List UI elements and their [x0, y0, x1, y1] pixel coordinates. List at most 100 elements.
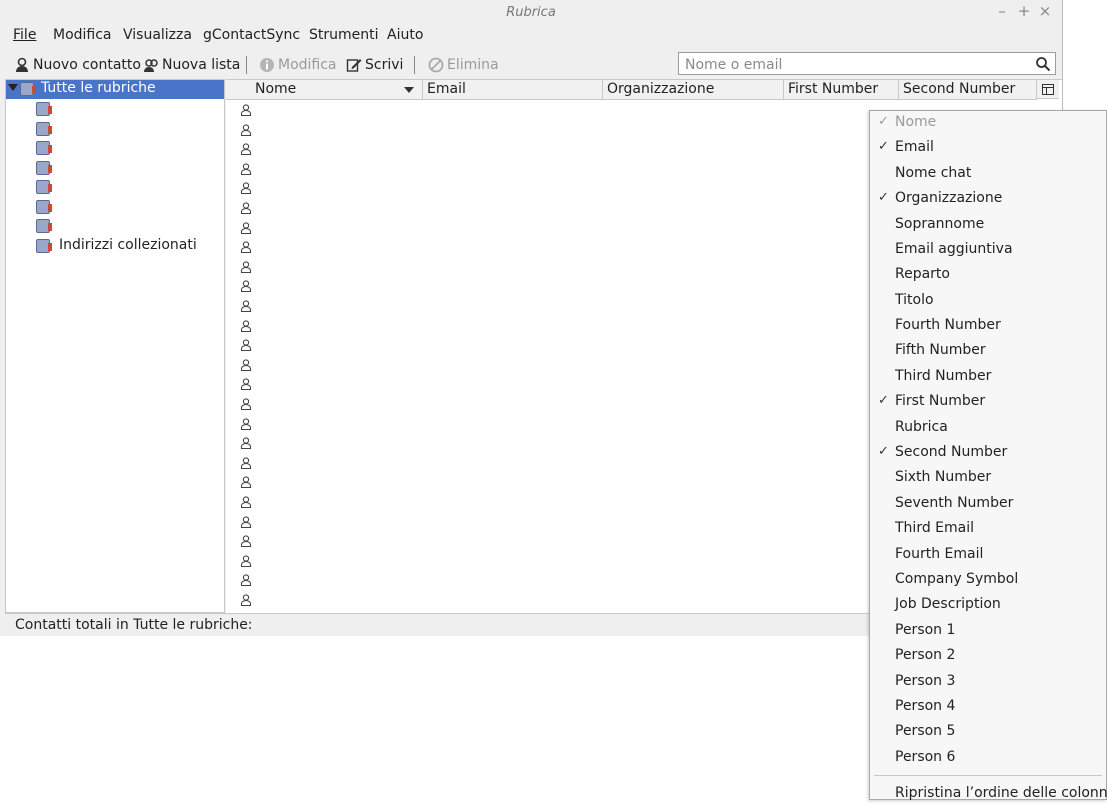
menu-item-label: Person 6: [895, 749, 956, 765]
close-button[interactable]: ×: [1036, 2, 1054, 20]
contact-row[interactable]: [240, 476, 254, 490]
menu-visualizza[interactable]: Visualizza: [123, 27, 192, 43]
contact-row[interactable]: [240, 339, 254, 353]
tree-item[interactable]: [6, 217, 224, 236]
menu-item-col-soprannome[interactable]: Soprannome: [870, 213, 1106, 238]
menu-item-col-third-email[interactable]: Third Email: [870, 517, 1106, 542]
contact-row[interactable]: [240, 535, 254, 549]
column-picker-icon: [1042, 84, 1054, 95]
column-picker-button[interactable]: [1037, 80, 1059, 99]
menu-item-label: Person 4: [895, 698, 956, 714]
checkmark-icon: ✓: [878, 114, 889, 129]
contact-row[interactable]: [240, 143, 254, 157]
contact-row[interactable]: [240, 123, 254, 138]
tree-item-collected-addresses[interactable]: Indirizzi collezionati: [6, 237, 224, 256]
address-book-icon: [36, 141, 52, 155]
menu-modifica[interactable]: Modifica: [53, 27, 112, 43]
tree-item[interactable]: [6, 159, 224, 178]
contact-row[interactable]: [240, 359, 254, 373]
menu-item-col-rubrica[interactable]: Rubrica: [870, 416, 1106, 441]
minimize-button[interactable]: –: [993, 2, 1011, 20]
menu-item-col-titolo[interactable]: Titolo: [870, 289, 1106, 314]
menu-item-col-person-1[interactable]: Person 1: [870, 619, 1106, 644]
column-header-name[interactable]: Nome: [226, 80, 423, 100]
column-picker-menu: ✓ Nome ✓ Email Nome chat ✓ Organizzazion…: [869, 110, 1107, 801]
delete-button[interactable]: Elimina: [428, 55, 499, 75]
new-list-icon: [143, 57, 159, 73]
menu-item-col-reparto[interactable]: Reparto: [870, 263, 1106, 288]
contact-row[interactable]: [240, 496, 254, 510]
edit-button[interactable]: Modifica: [259, 55, 337, 75]
search-icon[interactable]: [1035, 56, 1051, 72]
tree-root-all-books[interactable]: Tutte le rubriche: [6, 80, 224, 99]
maximize-button[interactable]: +: [1015, 2, 1033, 20]
contact-row[interactable]: [240, 319, 254, 334]
menu-file[interactable]: File: [13, 27, 36, 43]
search-input[interactable]: [683, 54, 1027, 75]
contact-row[interactable]: [240, 163, 254, 177]
contact-row[interactable]: [240, 398, 254, 412]
menu-item-label: Reparto: [895, 266, 950, 282]
contact-row[interactable]: [240, 417, 254, 432]
write-button[interactable]: Scrivi: [346, 55, 403, 75]
menu-item-col-person-6[interactable]: Person 6: [870, 746, 1106, 771]
menu-item-col-third-number[interactable]: Third Number: [870, 365, 1106, 390]
menu-item-col-person-3[interactable]: Person 3: [870, 670, 1106, 695]
contact-row[interactable]: [240, 437, 254, 451]
tree-item[interactable]: [6, 100, 224, 119]
menu-item-col-email[interactable]: ✓ Email: [870, 136, 1106, 161]
menu-item-col-fifth-number[interactable]: Fifth Number: [870, 339, 1106, 364]
menu-gcontactsync[interactable]: gContactSync: [203, 27, 300, 43]
contact-row[interactable]: [240, 457, 254, 471]
menu-item-col-second-number[interactable]: ✓ Second Number: [870, 441, 1106, 466]
menu-item-col-person-2[interactable]: Person 2: [870, 644, 1106, 669]
column-header-organization[interactable]: Organizzazione: [603, 80, 784, 100]
contact-row[interactable]: [240, 378, 254, 392]
menu-item-col-fourth-number[interactable]: Fourth Number: [870, 314, 1106, 339]
new-contact-button[interactable]: Nuovo contatto: [14, 55, 141, 75]
menu-item-col-email-aggiuntiva[interactable]: Email aggiuntiva: [870, 238, 1106, 263]
menu-item-col-nome-chat[interactable]: Nome chat: [870, 162, 1106, 187]
new-list-button[interactable]: Nuova lista: [143, 55, 240, 75]
menu-item-col-organizzazione[interactable]: ✓ Organizzazione: [870, 187, 1106, 212]
contact-row[interactable]: [240, 182, 254, 196]
menu-item-col-first-number[interactable]: ✓ First Number: [870, 390, 1106, 415]
person-icon: [240, 123, 252, 136]
contact-row[interactable]: [240, 594, 254, 608]
contact-row[interactable]: [240, 261, 254, 275]
menu-item-col-fourth-email[interactable]: Fourth Email: [870, 543, 1106, 568]
menu-item-col-sixth-number[interactable]: Sixth Number: [870, 466, 1106, 491]
tree-item[interactable]: [6, 198, 224, 217]
address-book-icon: [36, 219, 52, 233]
tree-item[interactable]: [6, 139, 224, 158]
menu-aiuto[interactable]: Aiuto: [387, 27, 423, 43]
contact-row[interactable]: [240, 300, 254, 314]
menu-item-col-job-description[interactable]: Job Description: [870, 593, 1106, 618]
menu-item-col-person-4[interactable]: Person 4: [870, 695, 1106, 720]
menu-item-restore-column-order[interactable]: Ripristina l’ordine delle colonne: [870, 782, 1107, 807]
address-book-icon: [36, 180, 52, 194]
menu-item-col-nome[interactable]: ✓ Nome: [870, 111, 1106, 136]
contact-row[interactable]: [240, 104, 254, 118]
menu-item-label: Company Symbol: [895, 571, 1019, 587]
person-icon: [240, 300, 252, 313]
contact-row[interactable]: [240, 555, 254, 569]
column-header-email[interactable]: Email: [423, 80, 603, 100]
menu-item-col-seventh-number[interactable]: Seventh Number: [870, 492, 1106, 517]
menu-item-col-company-symbol[interactable]: Company Symbol: [870, 568, 1106, 593]
contact-row[interactable]: [240, 515, 254, 530]
menu-strumenti[interactable]: Strumenti: [309, 27, 379, 43]
column-header-second-number[interactable]: Second Number: [899, 80, 1037, 100]
contact-row[interactable]: [240, 280, 254, 294]
contact-row[interactable]: [240, 221, 254, 236]
expand-triangle-icon[interactable]: [8, 84, 18, 91]
person-icon: [240, 398, 252, 411]
contact-row[interactable]: [240, 202, 254, 216]
tree-item[interactable]: [6, 178, 224, 197]
search-box: [678, 52, 1056, 75]
contact-row[interactable]: [240, 241, 254, 255]
column-header-first-number[interactable]: First Number: [784, 80, 899, 100]
tree-item[interactable]: [6, 120, 224, 139]
menu-item-col-person-5[interactable]: Person 5: [870, 720, 1106, 745]
contact-row[interactable]: [240, 574, 254, 588]
